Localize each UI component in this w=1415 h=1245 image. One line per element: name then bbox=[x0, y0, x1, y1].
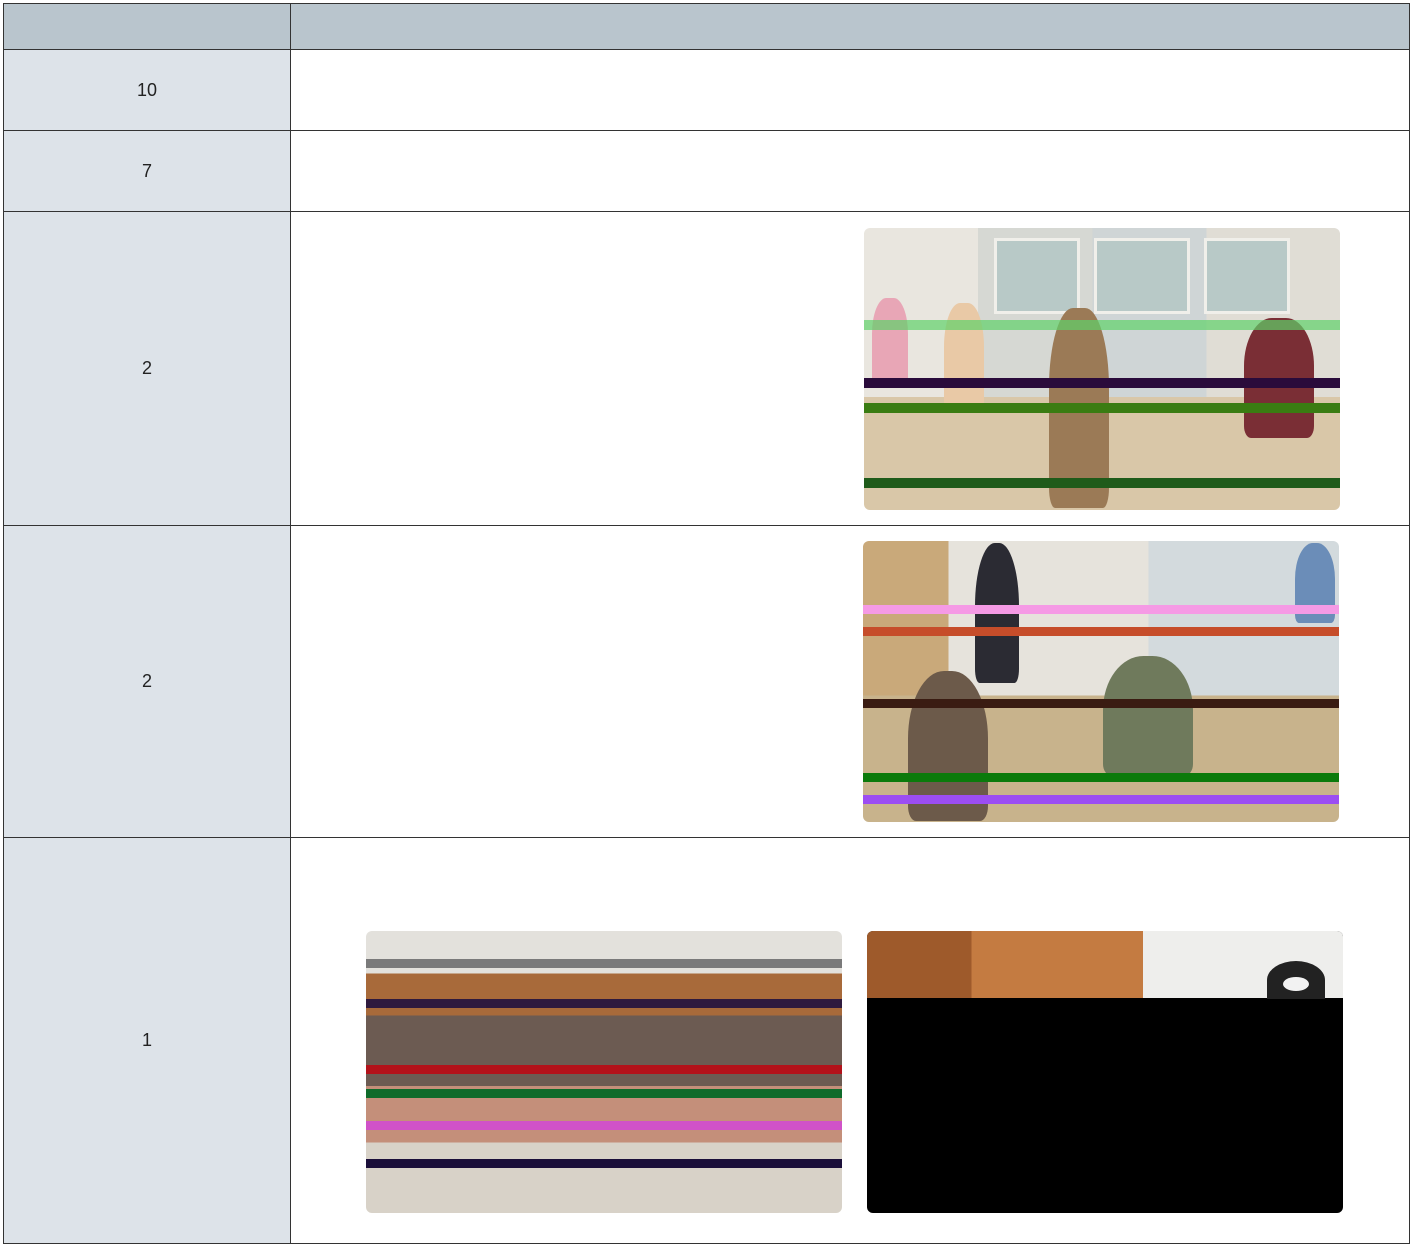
table-row: 2 bbox=[4, 526, 1410, 838]
count-cell: 7 bbox=[4, 131, 291, 211]
header-cell-2 bbox=[291, 4, 1410, 49]
photo-kitchen bbox=[864, 228, 1340, 510]
content-cell bbox=[291, 838, 1410, 1243]
glitch-stripe bbox=[864, 378, 1340, 388]
count-cell: 2 bbox=[4, 212, 291, 525]
content-cell bbox=[291, 526, 1410, 837]
glitch-stripe bbox=[366, 999, 842, 1008]
glitch-stripe bbox=[863, 699, 1339, 708]
table-row: 2 bbox=[4, 212, 1410, 526]
count-cell: 10 bbox=[4, 50, 291, 130]
glitch-stripe bbox=[864, 403, 1340, 413]
window bbox=[1204, 238, 1290, 314]
glitch-stripe bbox=[863, 627, 1339, 636]
glitch-stripe bbox=[366, 1065, 842, 1074]
count-cell: 1 bbox=[4, 838, 291, 1243]
content-cell bbox=[291, 212, 1410, 525]
table-row: 10 bbox=[4, 50, 1410, 131]
glitch-stripe bbox=[366, 1089, 842, 1098]
glitch-stripe bbox=[366, 1159, 842, 1168]
glitch-stripe bbox=[864, 320, 1340, 330]
data-table: 10 7 2 2 1 bbox=[3, 3, 1410, 1244]
glitch-stripe bbox=[863, 773, 1339, 782]
content-cell bbox=[291, 50, 1410, 130]
glitch-stripe bbox=[366, 959, 842, 968]
glitch-stripe bbox=[863, 795, 1339, 804]
photo-hall bbox=[863, 541, 1339, 822]
header-cell-1 bbox=[4, 4, 291, 49]
photo-crowd bbox=[366, 931, 842, 1213]
window bbox=[1094, 238, 1190, 314]
person bbox=[1103, 656, 1193, 776]
glitch-stripe bbox=[863, 605, 1339, 614]
count-cell: 2 bbox=[4, 526, 291, 837]
person bbox=[872, 298, 908, 388]
table-row: 1 bbox=[4, 838, 1410, 1244]
table-header-row bbox=[4, 4, 1410, 50]
window bbox=[994, 238, 1080, 314]
glitch-stripe bbox=[864, 478, 1340, 488]
mascot bbox=[1267, 961, 1325, 999]
glitch-stripe bbox=[366, 1121, 842, 1130]
content-cell bbox=[291, 131, 1410, 211]
photo-stage bbox=[867, 931, 1343, 1213]
table-row: 7 bbox=[4, 131, 1410, 212]
